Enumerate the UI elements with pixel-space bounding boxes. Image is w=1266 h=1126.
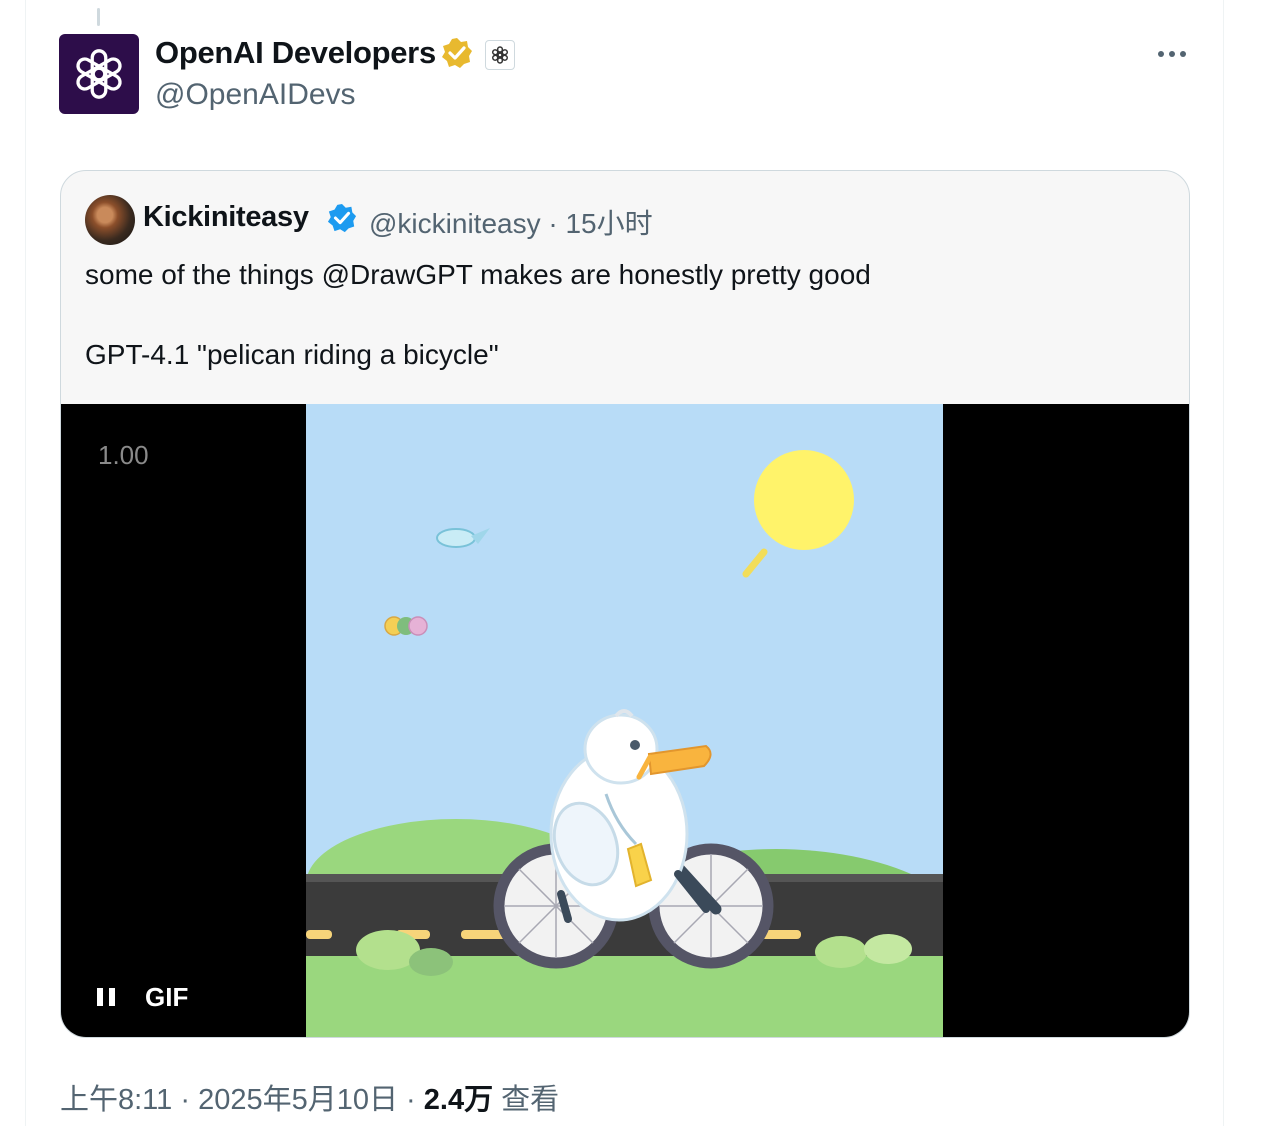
tweet-time[interactable]: 上午8:11 — [60, 1084, 172, 1116]
pelican-head — [583, 713, 659, 785]
bush — [815, 936, 867, 968]
tweet-page: OpenAI Developers @OpenAIDevs Kickinitea… — [0, 0, 1266, 1126]
bush — [409, 948, 453, 976]
column-border-right — [1223, 0, 1224, 1126]
pause-icon[interactable] — [97, 986, 117, 1008]
openai-affiliate-icon[interactable] — [485, 40, 515, 70]
views-label[interactable]: 查看 — [501, 1084, 559, 1116]
more-horizontal-icon[interactable] — [1152, 40, 1192, 68]
openai-logo-icon — [76, 49, 122, 99]
pelican-shape — [549, 709, 712, 923]
pelican-bicycle-animation[interactable] — [306, 404, 943, 1037]
bush — [864, 934, 912, 964]
author-name[interactable]: OpenAI Developers — [155, 35, 436, 71]
tweet-date[interactable]: 2025年5月10日 — [198, 1084, 398, 1116]
quoted-author-avatar[interactable] — [85, 195, 135, 245]
quoted-tweet-card[interactable]: Kickiniteasy @kickiniteasy · 15小时 some o… — [60, 170, 1190, 1038]
pelican-eye — [630, 740, 640, 750]
meta-separator: · — [397, 1084, 424, 1116]
column-border-left — [25, 0, 26, 1126]
meta-separator: · — [540, 208, 566, 239]
gold-verified-icon[interactable] — [441, 37, 473, 69]
sun-shape — [754, 450, 854, 550]
pelican-illustration — [306, 450, 943, 1037]
grass-strip — [306, 956, 943, 1037]
quoted-time[interactable]: 15小时 — [565, 208, 652, 239]
thread-connector-line — [97, 8, 100, 26]
quoted-handle[interactable]: @kickiniteasy — [369, 208, 541, 239]
meta-separator: · — [172, 1084, 199, 1116]
quoted-meta: @kickiniteasy · 15小时 — [369, 202, 653, 242]
views-count[interactable]: 2.4万 — [424, 1084, 493, 1116]
author-handle[interactable]: @OpenAIDevs — [155, 78, 356, 112]
gif-media-player[interactable]: 1.00 GIF — [61, 404, 1189, 1037]
tweet-meta-footer: 上午8:11 · 2025年5月10日 · 2.4万 查看 — [60, 1076, 559, 1118]
author-avatar[interactable] — [59, 34, 139, 114]
sun-ray — [742, 548, 768, 578]
gif-badge: GIF — [145, 982, 189, 1012]
quoted-author-name[interactable]: Kickiniteasy — [143, 201, 309, 234]
road-dash — [306, 930, 332, 939]
quoted-text-line2: GPT-4.1 "pelican riding a bicycle" — [85, 339, 499, 370]
bug-body-3 — [408, 616, 428, 636]
flying-fish-shape — [436, 528, 476, 548]
playback-rate-label[interactable]: 1.00 — [98, 440, 149, 471]
quoted-text-line1: some of the things @DrawGPT makes are ho… — [85, 259, 871, 290]
blue-verified-icon — [327, 203, 357, 233]
